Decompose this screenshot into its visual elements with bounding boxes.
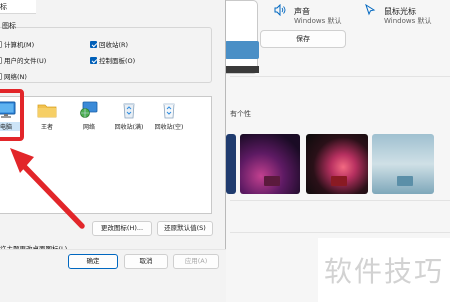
icon-label: 回收站(满) <box>114 124 144 131</box>
theme-thumbnail-4[interactable] <box>372 134 434 194</box>
theme-mini-window <box>264 176 280 186</box>
divider <box>230 200 450 201</box>
theme-thumbnail-2[interactable] <box>240 134 300 194</box>
dialog-footer: 确定 取消 应用(A) <box>0 249 226 302</box>
divider <box>230 232 450 233</box>
icon-item-recycle-bin-empty[interactable]: 回收站(空) <box>154 101 184 131</box>
checkbox-label: 回收站(R) <box>99 41 129 49</box>
cancel-button[interactable]: 取消 <box>124 254 168 269</box>
save-button[interactable]: 保存 <box>260 30 346 48</box>
theme-mini-window <box>396 176 413 186</box>
watermark: 软件技巧 <box>318 238 450 302</box>
watermark-text: 软件技巧 <box>324 255 445 288</box>
red-arrow-icon <box>10 148 85 229</box>
checkbox-label: 控制面板(O) <box>99 57 136 65</box>
cursor-value: Windows 默认 <box>384 17 432 25</box>
recycle-bin-full-icon <box>123 103 135 119</box>
preview-window <box>225 41 259 59</box>
speaker-icon <box>274 3 288 18</box>
sound-value: Windows 默认 <box>294 17 342 25</box>
cursor-icon <box>364 3 378 18</box>
ok-button[interactable]: 确定 <box>68 254 118 269</box>
icon-label: 回收站(空) <box>154 124 184 131</box>
theme-thumbnail-1[interactable] <box>226 134 236 194</box>
theme-thumbnail-3[interactable] <box>306 134 368 194</box>
icon-item-recycle-bin-full[interactable]: 回收站(满) <box>114 101 144 131</box>
recycle-bin-empty-icon <box>163 103 175 119</box>
restore-default-button[interactable]: 还原默认值(S) <box>157 221 213 236</box>
apply-button[interactable]: 应用(A) <box>173 254 219 269</box>
theme-mini-window <box>330 176 347 186</box>
change-icon-button[interactable]: 更改图标(H)... <box>92 221 152 236</box>
themes-header: 有个性 <box>230 110 251 118</box>
divider <box>230 76 450 77</box>
